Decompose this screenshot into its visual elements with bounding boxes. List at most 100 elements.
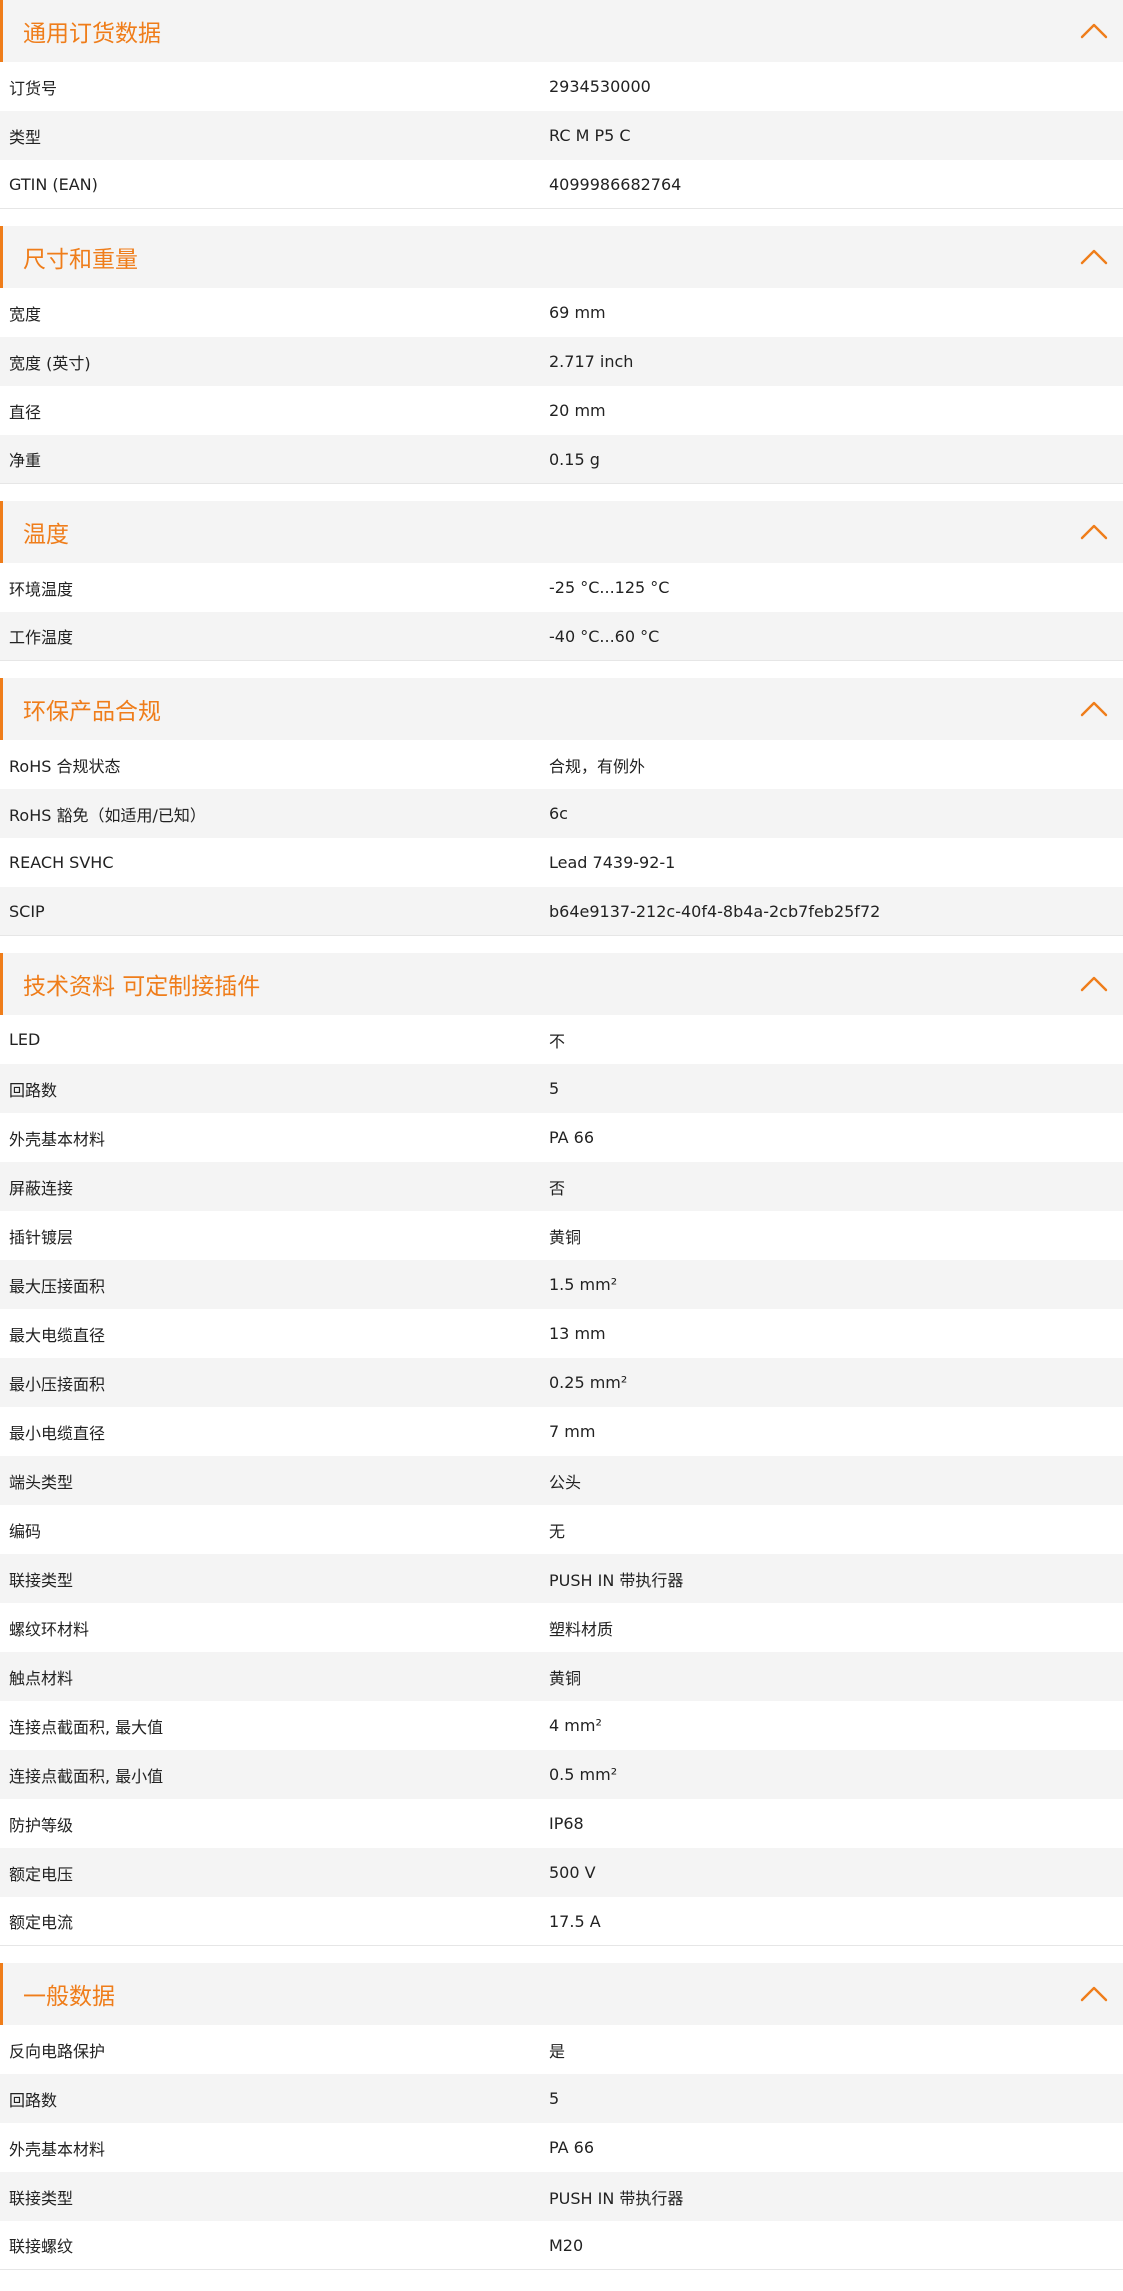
spec-value: M20 <box>549 2235 584 2255</box>
spec-row: 最小压接面积 0.25 mm² <box>0 1358 1123 1407</box>
spec-value: 0.15 g <box>549 449 600 469</box>
chevron-up-icon[interactable] <box>1079 244 1109 268</box>
spec-value: 500 V <box>549 1863 596 1882</box>
chevron-up-icon[interactable] <box>1079 696 1109 720</box>
spec-value: 黄铜 <box>549 1668 582 1688</box>
spec-row: 最大电缆直径 13 mm <box>0 1309 1123 1358</box>
spec-label: 连接点截面积, 最大值 <box>9 1717 164 1737</box>
spec-value: 合规，有例外 <box>549 756 646 776</box>
spec-row: RoHS 豁免（如适用/已知） 6c <box>0 789 1123 838</box>
spec-label: 联接类型 <box>9 2188 74 2208</box>
section-header[interactable]: 通用订货数据 <box>0 0 1123 62</box>
spec-row: 类型 RC M P5 C <box>0 111 1123 160</box>
section-rows: 宽度 69 mm 宽度 (英寸) 2.717 inch 直径 20 mm 净重 … <box>0 288 1123 484</box>
section-header[interactable]: 技术资料 可定制接插件 <box>0 953 1123 1015</box>
spec-value: 2.717 inch <box>549 352 634 371</box>
spec-section: 技术资料 可定制接插件 LED 不 回路数 5 外壳基本材料 PA 66 屏蔽连… <box>0 953 1123 1946</box>
spec-label: 插针镀层 <box>9 1227 74 1247</box>
spec-label: 额定电流 <box>9 1913 74 1932</box>
spec-value: PA 66 <box>549 1128 595 1147</box>
spec-label: 外壳基本材料 <box>9 1129 106 1149</box>
section-header[interactable]: 温度 <box>0 501 1123 563</box>
spec-value: 0.25 mm² <box>549 1373 628 1392</box>
chevron-up-icon[interactable] <box>1079 1981 1109 2005</box>
spec-section: 温度 环境温度 -25 °C...125 °C 工作温度 -40 °C...60… <box>0 501 1123 661</box>
chevron-up-icon[interactable] <box>1079 18 1109 42</box>
spec-row: 额定电流 17.5 A <box>0 1897 1123 1946</box>
spec-value: PUSH IN 带执行器 <box>549 2188 684 2208</box>
spec-row: 端头类型 公头 <box>0 1456 1123 1505</box>
spec-label: 直径 <box>9 402 42 422</box>
spec-row: 联接螺纹 M20 <box>0 2221 1123 2270</box>
spec-label: 防护等级 <box>9 1815 74 1835</box>
spec-value: 6c <box>549 804 568 823</box>
spec-value: 不 <box>549 1031 566 1051</box>
spec-value: -25 °C...125 °C <box>549 578 670 597</box>
spec-value: 5 <box>549 2089 560 2108</box>
spec-value: 13 mm <box>549 1324 606 1343</box>
spec-row: SCIP b64e9137-212c-40f4-8b4a-2cb7feb25f7… <box>0 887 1123 936</box>
spec-value: 黄铜 <box>549 1227 582 1247</box>
chevron-up-icon[interactable] <box>1079 519 1109 543</box>
spec-value: 7 mm <box>549 1422 596 1441</box>
spec-value: RC M P5 C <box>549 126 631 145</box>
spec-value: 2934530000 <box>549 77 651 96</box>
spec-label: 联接螺纹 <box>9 2237 74 2256</box>
spec-label: SCIP <box>9 901 45 921</box>
spec-value: IP68 <box>549 1814 584 1833</box>
spec-row: 联接类型 PUSH IN 带执行器 <box>0 1554 1123 1603</box>
spec-row: 宽度 69 mm <box>0 288 1123 337</box>
spec-value: Lead 7439-92-1 <box>549 853 676 872</box>
spec-label: 最小压接面积 <box>9 1374 106 1394</box>
spec-value: 1.5 mm² <box>549 1275 618 1294</box>
spec-label: 环境温度 <box>9 579 74 599</box>
spec-label: 宽度 (英寸) <box>9 353 91 373</box>
spec-label: 屏蔽连接 <box>9 1178 74 1198</box>
chevron-up-icon[interactable] <box>1079 971 1109 995</box>
spec-row: 插针镀层 黄铜 <box>0 1211 1123 1260</box>
spec-label: 联接类型 <box>9 1570 74 1590</box>
spec-value: PA 66 <box>549 2138 595 2157</box>
spec-row: 外壳基本材料 PA 66 <box>0 1113 1123 1162</box>
section-header[interactable]: 一般数据 <box>0 1963 1123 2025</box>
spec-label: 宽度 <box>9 304 42 324</box>
spec-row: GTIN (EAN) 4099986682764 <box>0 160 1123 209</box>
spec-value: 0.5 mm² <box>549 1765 618 1784</box>
spec-label: 反向电路保护 <box>9 2041 106 2061</box>
spec-section: 尺寸和重量 宽度 69 mm 宽度 (英寸) 2.717 inch 直径 20 … <box>0 226 1123 484</box>
spec-row: 联接类型 PUSH IN 带执行器 <box>0 2172 1123 2221</box>
spec-value: 无 <box>549 1521 566 1541</box>
spec-row: 最大压接面积 1.5 mm² <box>0 1260 1123 1309</box>
section-title: 通用订货数据 <box>23 21 161 47</box>
spec-row: 直径 20 mm <box>0 386 1123 435</box>
section-title: 尺寸和重量 <box>23 247 138 273</box>
spec-row: LED 不 <box>0 1015 1123 1064</box>
spec-value: 17.5 A <box>549 1911 601 1931</box>
spec-row: 连接点截面积, 最小值 0.5 mm² <box>0 1750 1123 1799</box>
section-rows: 环境温度 -25 °C...125 °C 工作温度 -40 °C...60 °C <box>0 563 1123 661</box>
spec-row: 订货号 2934530000 <box>0 62 1123 111</box>
spec-label: 螺纹环材料 <box>9 1619 90 1639</box>
spec-label: 外壳基本材料 <box>9 2139 106 2159</box>
section-header[interactable]: 环保产品合规 <box>0 678 1123 740</box>
spec-section: 通用订货数据 订货号 2934530000 类型 RC M P5 C GTIN … <box>0 0 1123 209</box>
spec-row: 屏蔽连接 否 <box>0 1162 1123 1211</box>
spec-row: 最小电缆直径 7 mm <box>0 1407 1123 1456</box>
spec-value: -40 °C...60 °C <box>549 626 660 646</box>
spec-value: 20 mm <box>549 401 606 420</box>
section-title: 环保产品合规 <box>23 699 161 725</box>
section-header[interactable]: 尺寸和重量 <box>0 226 1123 288</box>
spec-label: 类型 <box>9 127 42 147</box>
spec-row: REACH SVHC Lead 7439-92-1 <box>0 838 1123 887</box>
section-rows: LED 不 回路数 5 外壳基本材料 PA 66 屏蔽连接 否 插针镀层 黄铜 … <box>0 1015 1123 1946</box>
spec-label: LED <box>9 1030 41 1049</box>
section-title: 一般数据 <box>23 1984 115 2010</box>
spec-label: 额定电压 <box>9 1864 74 1884</box>
spec-row: 回路数 5 <box>0 1064 1123 1113</box>
spec-value: 4099986682764 <box>549 174 682 194</box>
spec-label: 最小电缆直径 <box>9 1423 106 1443</box>
spec-label: RoHS 豁免（如适用/已知） <box>9 805 206 825</box>
spec-row: 环境温度 -25 °C...125 °C <box>0 563 1123 612</box>
spec-row: 外壳基本材料 PA 66 <box>0 2123 1123 2172</box>
spec-row: 回路数 5 <box>0 2074 1123 2123</box>
